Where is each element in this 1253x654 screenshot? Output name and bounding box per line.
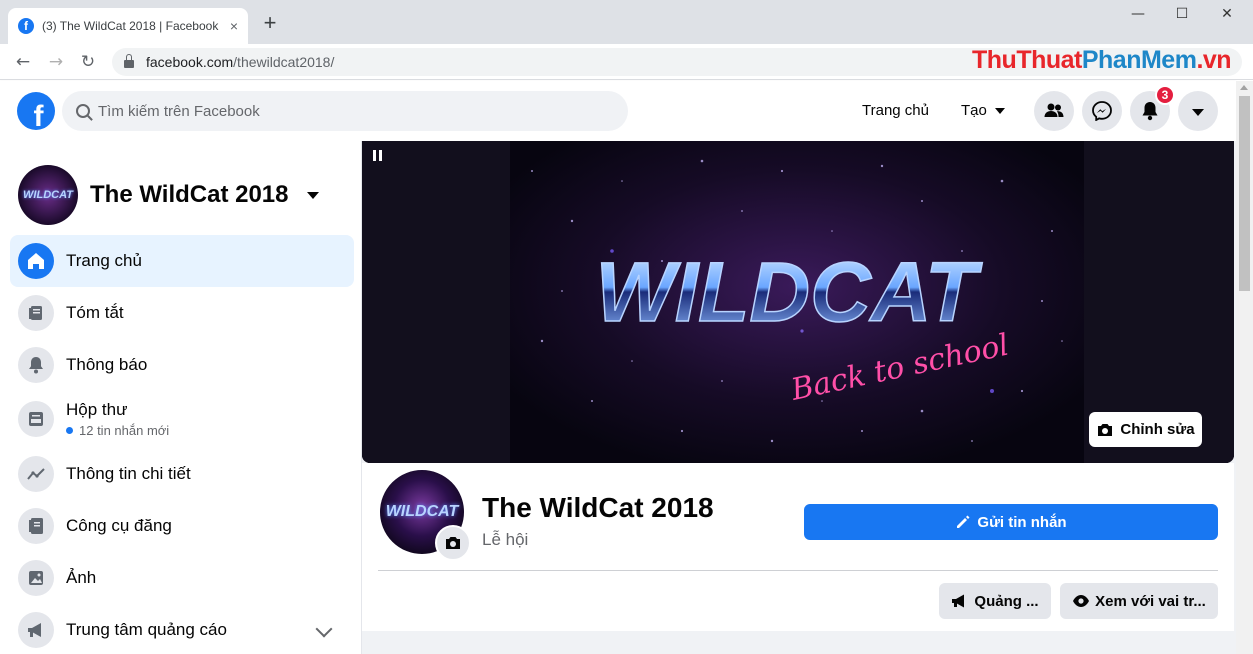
camera-icon: [1098, 423, 1113, 436]
page-avatar[interactable]: WILDCAT: [18, 165, 78, 225]
page-switch-caret-icon[interactable]: [307, 192, 319, 199]
send-message-label: Gửi tin nhắn: [977, 513, 1067, 531]
home-icon: [18, 243, 54, 279]
header-create-menu[interactable]: Tạo: [961, 102, 1005, 119]
back-button[interactable]: ←: [12, 52, 34, 72]
avatar-logo-text: WILDCAT: [23, 189, 73, 201]
new-tab-button[interactable]: +: [258, 12, 282, 36]
view-as-button[interactable]: Xem với vai tr...: [1060, 583, 1218, 619]
header-home-link[interactable]: Trang chủ: [862, 102, 929, 119]
pencil-icon: [957, 515, 970, 528]
unread-messages-count: 12 tin nhắn mới: [66, 423, 169, 438]
notification-badge: 3: [1155, 85, 1175, 105]
caret-down-icon: [994, 108, 1005, 115]
pause-icon[interactable]: [372, 150, 384, 162]
tab-title: (3) The WildCat 2018 | Facebook: [42, 19, 219, 33]
sidebar-item-label: Thông tin chi tiết: [66, 464, 191, 483]
window-minimize-button[interactable]: —: [1118, 6, 1158, 28]
sidebar-item-label: Ảnh: [66, 568, 97, 587]
account-menu-button[interactable]: [1178, 91, 1218, 131]
sidebar-item-photos[interactable]: Ảnh: [10, 552, 354, 604]
sidebar-item-insights[interactable]: Thông tin chi tiết: [10, 448, 354, 500]
sidebar-item-label: Hộp thư: [66, 400, 128, 419]
facebook-logo-letter: f: [33, 100, 44, 130]
sidebar-item-summary[interactable]: Tóm tắt: [10, 287, 354, 339]
bell-icon: [18, 347, 54, 383]
caret-down-icon: [1192, 109, 1204, 116]
sidebar-item-label: Công cụ đăng: [66, 516, 172, 535]
view-as-label: Xem với vai tr...: [1095, 592, 1206, 610]
search-input[interactable]: [98, 102, 578, 120]
sidebar-item-inbox[interactable]: Hộp thư 12 tin nhắn mới: [10, 391, 354, 447]
watermark: ThuThuatPhanMem.vn: [972, 46, 1232, 75]
url-path: /thewildcat2018/: [233, 54, 335, 70]
sidebar-item-label: Thông báo: [66, 355, 148, 374]
page-title: The WildCat 2018: [482, 492, 714, 523]
avatar-logo-text: WILDCAT: [385, 503, 459, 520]
forward-button[interactable]: →: [45, 52, 67, 72]
browser-tab[interactable]: f (3) The WildCat 2018 | Facebook ×: [8, 8, 248, 44]
facebook-favicon-icon: f: [18, 18, 34, 34]
photos-icon: [18, 560, 54, 596]
sidebar-item-home[interactable]: Trang chủ: [10, 235, 354, 287]
sidebar-page-name[interactable]: The WildCat 2018: [90, 181, 289, 209]
camera-icon: [446, 537, 460, 549]
page-scrollbar[interactable]: [1236, 81, 1253, 654]
messenger-icon: [1092, 101, 1112, 121]
tab-close-icon[interactable]: ×: [230, 18, 238, 34]
sidebar-item-publishing-tools[interactable]: Công cụ đăng: [10, 500, 354, 552]
watermark-part3: .vn: [1196, 46, 1232, 74]
page-category[interactable]: Lễ hội: [482, 530, 528, 550]
watermark-part1: ThuThuat: [972, 46, 1082, 74]
promote-button[interactable]: Quảng ...: [939, 583, 1051, 619]
sidebar-item-label: Trung tâm quảng cáo: [66, 620, 227, 639]
profile-divider: [378, 570, 1218, 571]
url-domain: facebook.com: [146, 54, 234, 70]
scroll-thumb[interactable]: [1239, 96, 1250, 291]
scroll-up-icon[interactable]: [1240, 85, 1248, 90]
friends-button[interactable]: [1034, 91, 1074, 131]
send-message-button[interactable]: Gửi tin nhắn: [804, 504, 1218, 540]
cover-logo-text: WILDCAT: [596, 245, 984, 339]
eye-icon: [1073, 595, 1090, 607]
megaphone-icon: [952, 594, 965, 608]
search-box[interactable]: [62, 91, 628, 131]
facebook-logo[interactable]: f: [17, 92, 55, 130]
megaphone-icon: [18, 612, 54, 648]
change-avatar-button[interactable]: [435, 525, 471, 561]
messenger-button[interactable]: [1082, 91, 1122, 131]
edit-cover-button[interactable]: Chỉnh sửa: [1089, 412, 1202, 447]
inbox-icon: [18, 401, 54, 437]
inbox-text: Hộp thư 12 tin nhắn mới: [66, 400, 169, 438]
publishing-tools-icon: [18, 508, 54, 544]
edit-cover-label: Chỉnh sửa: [1120, 421, 1195, 438]
sidebar-item-label: Trang chủ: [66, 251, 142, 270]
reload-button[interactable]: ↻: [77, 52, 99, 72]
promote-label: Quảng ...: [974, 592, 1039, 610]
watermark-part2: PhanMem: [1081, 46, 1197, 74]
insights-icon: [18, 456, 54, 492]
window-close-button[interactable]: ✕: [1207, 6, 1247, 28]
summary-icon: [18, 295, 54, 331]
window-maximize-button[interactable]: ☐: [1162, 6, 1202, 28]
sidebar-item-label: Tóm tắt: [66, 303, 124, 322]
sidebar-item-notifications[interactable]: Thông báo: [10, 339, 354, 391]
people-icon: [1044, 103, 1064, 117]
create-label: Tạo: [961, 102, 987, 119]
sidebar-item-ad-center[interactable]: Trung tâm quảng cáo: [10, 604, 354, 654]
search-icon: [76, 104, 90, 118]
lock-icon: [124, 54, 134, 68]
bell-icon: [1142, 102, 1158, 121]
